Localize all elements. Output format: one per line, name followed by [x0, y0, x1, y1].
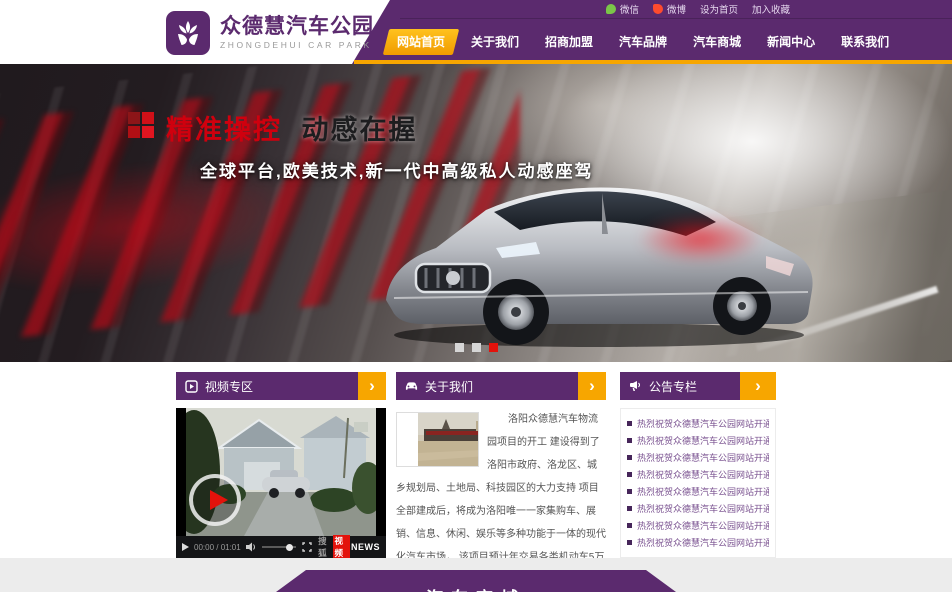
nav-item-mall[interactable]: 汽车商城 [682, 29, 752, 55]
carousel-dot-2[interactable] [472, 343, 481, 352]
add-favorite-label: 加入收藏 [752, 2, 790, 16]
brand-video-label: 视频 [333, 535, 350, 559]
carousel-dot-3[interactable] [489, 343, 498, 352]
hero-subline: 全球平台,欧美技术,新一代中高级私人动感座驾 [200, 157, 593, 182]
about-photo [396, 412, 479, 467]
notice-list-item[interactable]: 热烈祝贺众德慧汽车公园网站开通了！ [627, 502, 769, 515]
footer-section-title: 汽车商城 [276, 584, 676, 592]
main-nav: 网站首页 关于我们 招商加盟 汽车品牌 汽车商城 新闻中心 联系我们 [386, 26, 900, 58]
bullet-icon [627, 421, 632, 426]
car-icon [405, 380, 418, 393]
carousel-dot-1[interactable] [455, 343, 464, 352]
topbar: 微信 微博 设为首页 加入收藏 [606, 1, 790, 17]
add-favorite-link[interactable]: 加入收藏 [752, 2, 790, 16]
brand-sohu-label: 搜狐 [318, 535, 331, 559]
play-button-icon[interactable] [189, 474, 241, 526]
bullet-icon [627, 540, 632, 545]
wechat-link[interactable]: 微信 [606, 2, 639, 16]
notice-list-item[interactable]: 热烈祝贺众德慧汽车公园网站开通了！ [627, 485, 769, 498]
bullet-icon [627, 506, 632, 511]
logo-flower-icon [166, 11, 210, 55]
volume-slider[interactable] [262, 546, 296, 548]
notice-list-item[interactable]: 热烈祝贺众德慧汽车公园网站开通了！ [627, 417, 769, 430]
wechat-label: 微信 [620, 2, 639, 16]
bullet-icon [627, 523, 632, 528]
content-section: 视频专区 › [0, 362, 952, 558]
notice-panel-header[interactable]: 公告专栏 › [620, 372, 776, 400]
notice-list-item[interactable]: 热烈祝贺众德慧汽车公园网站开通了！ [627, 468, 769, 481]
nav-item-brands[interactable]: 汽车品牌 [608, 29, 678, 55]
logo-title: 众德慧汽车公园 [220, 15, 374, 39]
about-panel-title: 关于我们 [425, 378, 473, 395]
weibo-link[interactable]: 微博 [653, 2, 686, 16]
set-home-label: 设为首页 [700, 2, 738, 16]
video-brand: 搜狐 视频 NEWS [318, 535, 380, 559]
notice-panel-title: 公告专栏 [649, 378, 697, 395]
about-panel-header[interactable]: 关于我们 › [396, 372, 606, 400]
notice-panel: 公告专栏 › 热烈祝贺众德慧汽车公园网站开通了！ 热烈祝贺众德慧汽车公园网站开通… [620, 372, 776, 558]
hero-headline: 精准操控 动感在握 [166, 108, 593, 147]
megaphone-icon [629, 380, 642, 393]
video-icon [185, 380, 198, 393]
logo-subtitle: ZHONGDEHUI CAR PARK [220, 39, 374, 51]
topbar-divider [400, 18, 952, 19]
video-panel: 视频专区 › [176, 372, 386, 558]
wechat-icon [606, 4, 616, 14]
header: 微信 微博 设为首页 加入收藏 [0, 0, 952, 64]
red-squares-icon [128, 112, 154, 138]
weibo-icon [653, 4, 663, 14]
play-icon[interactable] [182, 543, 189, 551]
hero-banner: 精准操控 动感在握 全球平台,欧美技术,新一代中高级私人动感座驾 [0, 64, 952, 362]
bullet-icon [627, 489, 632, 494]
hero-headline-rest: 动感在握 [302, 115, 418, 145]
hero-copy: 精准操控 动感在握 全球平台,欧美技术,新一代中高级私人动感座驾 [128, 108, 593, 182]
volume-icon[interactable] [246, 541, 258, 554]
bullet-icon [627, 438, 632, 443]
nav-item-about[interactable]: 关于我们 [460, 29, 530, 55]
player-controls: 00:00 / 01:01 搜狐 视频 NEWS [176, 536, 386, 558]
hero-headline-accent: 精准操控 [166, 115, 282, 145]
nav-item-news[interactable]: 新闻中心 [756, 29, 826, 55]
player-time: 00:00 / 01:01 [194, 543, 241, 552]
arrow-right-icon[interactable]: › [358, 372, 386, 400]
page: 微信 微博 设为首页 加入收藏 [0, 0, 952, 592]
arrow-right-icon[interactable]: › [578, 372, 606, 400]
nav-item-join[interactable]: 招商加盟 [534, 29, 604, 55]
weibo-label: 微博 [667, 2, 686, 16]
notice-list-item[interactable]: 热烈祝贺众德慧汽车公园网站开通了！ [627, 536, 769, 549]
video-panel-title: 视频专区 [205, 378, 253, 395]
footer-section-banner: 汽车商城 [276, 570, 676, 592]
notice-list-item[interactable]: 热烈祝贺众德慧汽车公园网站开通了！ [627, 519, 769, 532]
notice-list-item[interactable]: 热烈祝贺众德慧汽车公园网站开通了！ [627, 434, 769, 447]
nav-item-contact[interactable]: 联系我们 [830, 29, 900, 55]
arrow-right-icon[interactable]: › [740, 372, 776, 400]
logo-text: 众德慧汽车公园 ZHONGDEHUI CAR PARK [220, 15, 374, 51]
notice-list-item[interactable]: 热烈祝贺众德慧汽车公园网站开通了！ [627, 451, 769, 464]
bullet-icon [627, 472, 632, 477]
nav-item-home[interactable]: 网站首页 [386, 29, 456, 55]
hero-taillight-glow [610, 194, 790, 284]
carousel-dots [0, 343, 952, 352]
video-panel-header[interactable]: 视频专区 › [176, 372, 386, 400]
brand-news-label: NEWS [351, 542, 380, 552]
video-player[interactable]: 00:00 / 01:01 搜狐 视频 NEWS [176, 408, 386, 558]
bullet-icon [627, 455, 632, 460]
site-logo[interactable]: 众德慧汽车公园 ZHONGDEHUI CAR PARK [166, 11, 374, 55]
set-home-link[interactable]: 设为首页 [700, 2, 738, 16]
notice-list: 热烈祝贺众德慧汽车公园网站开通了！ 热烈祝贺众德慧汽车公园网站开通了！ 热烈祝贺… [620, 408, 776, 558]
fullscreen-icon[interactable] [301, 541, 313, 554]
